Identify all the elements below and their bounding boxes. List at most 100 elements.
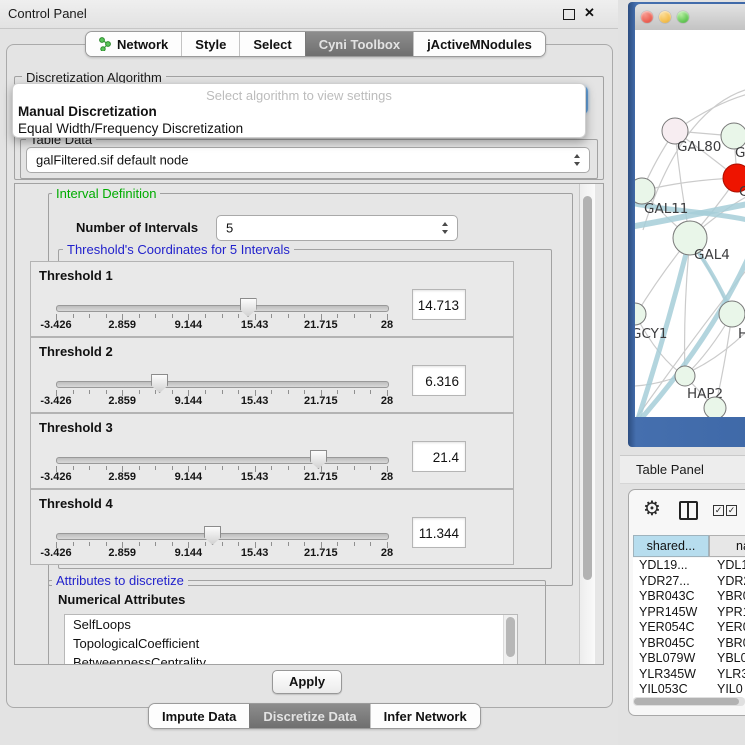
table-row[interactable]: YBL079WYBL0 <box>633 651 745 667</box>
network-node-h[interactable] <box>719 301 745 327</box>
bottom-tab-label: Impute Data <box>162 709 236 724</box>
threshold-value-field[interactable]: 14.713 <box>412 289 466 320</box>
network-node-hap2[interactable] <box>675 366 695 386</box>
table-data-combobox[interactable]: galFiltered.sif default node <box>26 147 590 173</box>
table-row[interactable]: YER054CYER0 <box>633 620 745 636</box>
cell-name: YDL1 <box>717 558 745 572</box>
slider-thumb[interactable] <box>204 526 221 545</box>
slider-tick <box>155 314 156 318</box>
column-header-name[interactable]: na <box>709 535 745 557</box>
slider-tick-label: 9.144 <box>175 319 203 331</box>
checkbox-icon[interactable]: ✓ <box>713 505 724 516</box>
slider-tick-label: 15.43 <box>241 547 269 559</box>
slider-track[interactable] <box>56 533 389 540</box>
control-panel-title: Control Panel <box>8 6 87 21</box>
slider-thumb[interactable] <box>151 374 168 393</box>
slider-tick-label: 15.43 <box>241 319 269 331</box>
close-traffic-light-icon[interactable] <box>641 11 653 23</box>
network-window-titlebar[interactable] <box>635 4 745 31</box>
network-node[interactable] <box>704 397 726 417</box>
checkbox-icon[interactable]: ✓ <box>726 505 737 516</box>
dropdown-prompt: Select algorithm to view settings <box>13 88 585 103</box>
list-item-topologicalcoefficient[interactable]: TopologicalCoefficient <box>65 634 517 653</box>
close-icon[interactable]: ✕ <box>584 5 595 21</box>
slider-tick <box>238 466 239 470</box>
scrollbar-thumb[interactable] <box>506 617 515 657</box>
column-header-shared-name[interactable]: shared... <box>633 535 709 557</box>
tab-label: Style <box>195 37 226 52</box>
slider-tick-label: 21.715 <box>304 319 338 331</box>
tab-network[interactable]: Network <box>86 32 181 56</box>
table-row[interactable]: YPR145WYPR1 <box>633 605 745 621</box>
slider-tick <box>222 314 223 318</box>
list-scrollbar[interactable] <box>503 615 517 665</box>
num-intervals-label: Number of Intervals <box>76 220 198 235</box>
slider-tick-label: 28 <box>381 547 393 559</box>
interval-definition-title: Interval Definition <box>52 186 160 201</box>
network-view-window[interactable]: GAL80GACGAL11GAL4GCY1HHAP2 <box>628 2 745 447</box>
list-item-selfloops[interactable]: SelfLoops <box>65 615 517 634</box>
dropdown-option-manual-discretization[interactable]: Manual Discretization <box>16 104 582 121</box>
scrollbar-thumb[interactable] <box>583 196 592 580</box>
minimize-traffic-light-icon[interactable] <box>659 11 671 23</box>
num-intervals-combobox[interactable]: 5 <box>216 215 458 241</box>
slider-tick-label: 15.43 <box>241 395 269 407</box>
cell-shared-name: YPR145W <box>639 605 697 619</box>
slider-tick-label: 2.859 <box>108 319 136 331</box>
bottom-tab-infer-network[interactable]: Infer Network <box>370 704 480 728</box>
bottom-tab-discretize-data[interactable]: Discretize Data <box>249 704 369 728</box>
table-row[interactable]: YIL053CYIL0 <box>633 682 745 698</box>
cell-name: YER0 <box>717 620 745 634</box>
cell-shared-name: YDL19... <box>639 558 688 572</box>
slider-tick <box>139 390 140 394</box>
list-item-betweennesscentrality[interactable]: BetweennessCentrality <box>65 653 517 665</box>
tab-select[interactable]: Select <box>239 32 304 56</box>
slider-track[interactable] <box>56 457 389 464</box>
table-row[interactable]: YDL19... YDL1 <box>633 558 745 574</box>
slider-thumb[interactable] <box>310 450 327 469</box>
algorithm-dropdown-popup: Select algorithm to view settings Manual… <box>12 83 586 138</box>
table-panel-header: Table Panel <box>620 455 745 484</box>
attributes-listbox[interactable]: SelfLoopsTopologicalCoefficientBetweenne… <box>64 614 518 665</box>
node-label: GCY1 <box>635 326 668 342</box>
dropdown-option-equal-width-frequency-discretization[interactable]: Equal Width/Frequency Discretization <box>16 121 582 138</box>
tab-style[interactable]: Style <box>181 32 239 56</box>
slider-tick <box>73 466 74 470</box>
scrollbar-thumb[interactable] <box>634 698 739 705</box>
gear-icon[interactable]: ⚙ <box>643 496 661 521</box>
settings-vertical-scrollbar[interactable] <box>579 184 595 664</box>
threshold-value-field[interactable]: 21.4 <box>412 441 466 472</box>
slider-tick-label: 28 <box>381 471 393 483</box>
slider-tick <box>73 390 74 394</box>
tab-cyni-toolbox[interactable]: Cyni Toolbox <box>305 32 413 56</box>
threshold-value-field[interactable]: 11.344 <box>412 517 466 548</box>
bottom-tab-impute-data[interactable]: Impute Data <box>149 704 249 728</box>
slider-tick-label: 21.715 <box>304 547 338 559</box>
table-row[interactable]: YLR345WYLR3 <box>633 667 745 683</box>
threshold-panel-1: Threshold 1-3.4262.8599.14415.4321.71528… <box>30 261 514 337</box>
table-row[interactable]: YDR27...YDR2 <box>633 574 745 590</box>
screenshot-root: Control Panel ✕ Network Style SelectCyni T… <box>0 0 745 745</box>
float-window-icon[interactable] <box>563 9 575 20</box>
table-horizontal-scrollbar[interactable] <box>633 697 745 706</box>
network-canvas[interactable]: GAL80GACGAL11GAL4GCY1HHAP2 <box>635 30 745 417</box>
table-row[interactable]: YBR045CYBR0 <box>633 636 745 652</box>
slider-track[interactable] <box>56 381 389 388</box>
zoom-traffic-light-icon[interactable] <box>677 11 689 23</box>
columns-icon[interactable] <box>679 501 698 520</box>
threshold-value-field[interactable]: 6.316 <box>412 365 466 396</box>
slider-tick <box>139 314 140 318</box>
node-label: GAL11 <box>644 201 688 217</box>
threshold-label: Threshold 3 <box>39 420 113 435</box>
apply-button[interactable]: Apply <box>272 670 342 694</box>
network-node-gcy1[interactable] <box>635 303 646 325</box>
slider-tick <box>238 390 239 394</box>
table-row[interactable]: YBR043CYBR0 <box>633 589 745 605</box>
slider-tick <box>288 314 289 318</box>
slider-tick <box>337 542 338 546</box>
table-panel-title: Table Panel <box>636 462 704 477</box>
tab-jactivemnodules[interactable]: jActiveMNodules <box>413 32 545 56</box>
cell-name: YBR0 <box>717 589 745 603</box>
slider-track[interactable] <box>56 305 389 312</box>
numerical-attributes-label: Numerical Attributes <box>58 592 185 607</box>
